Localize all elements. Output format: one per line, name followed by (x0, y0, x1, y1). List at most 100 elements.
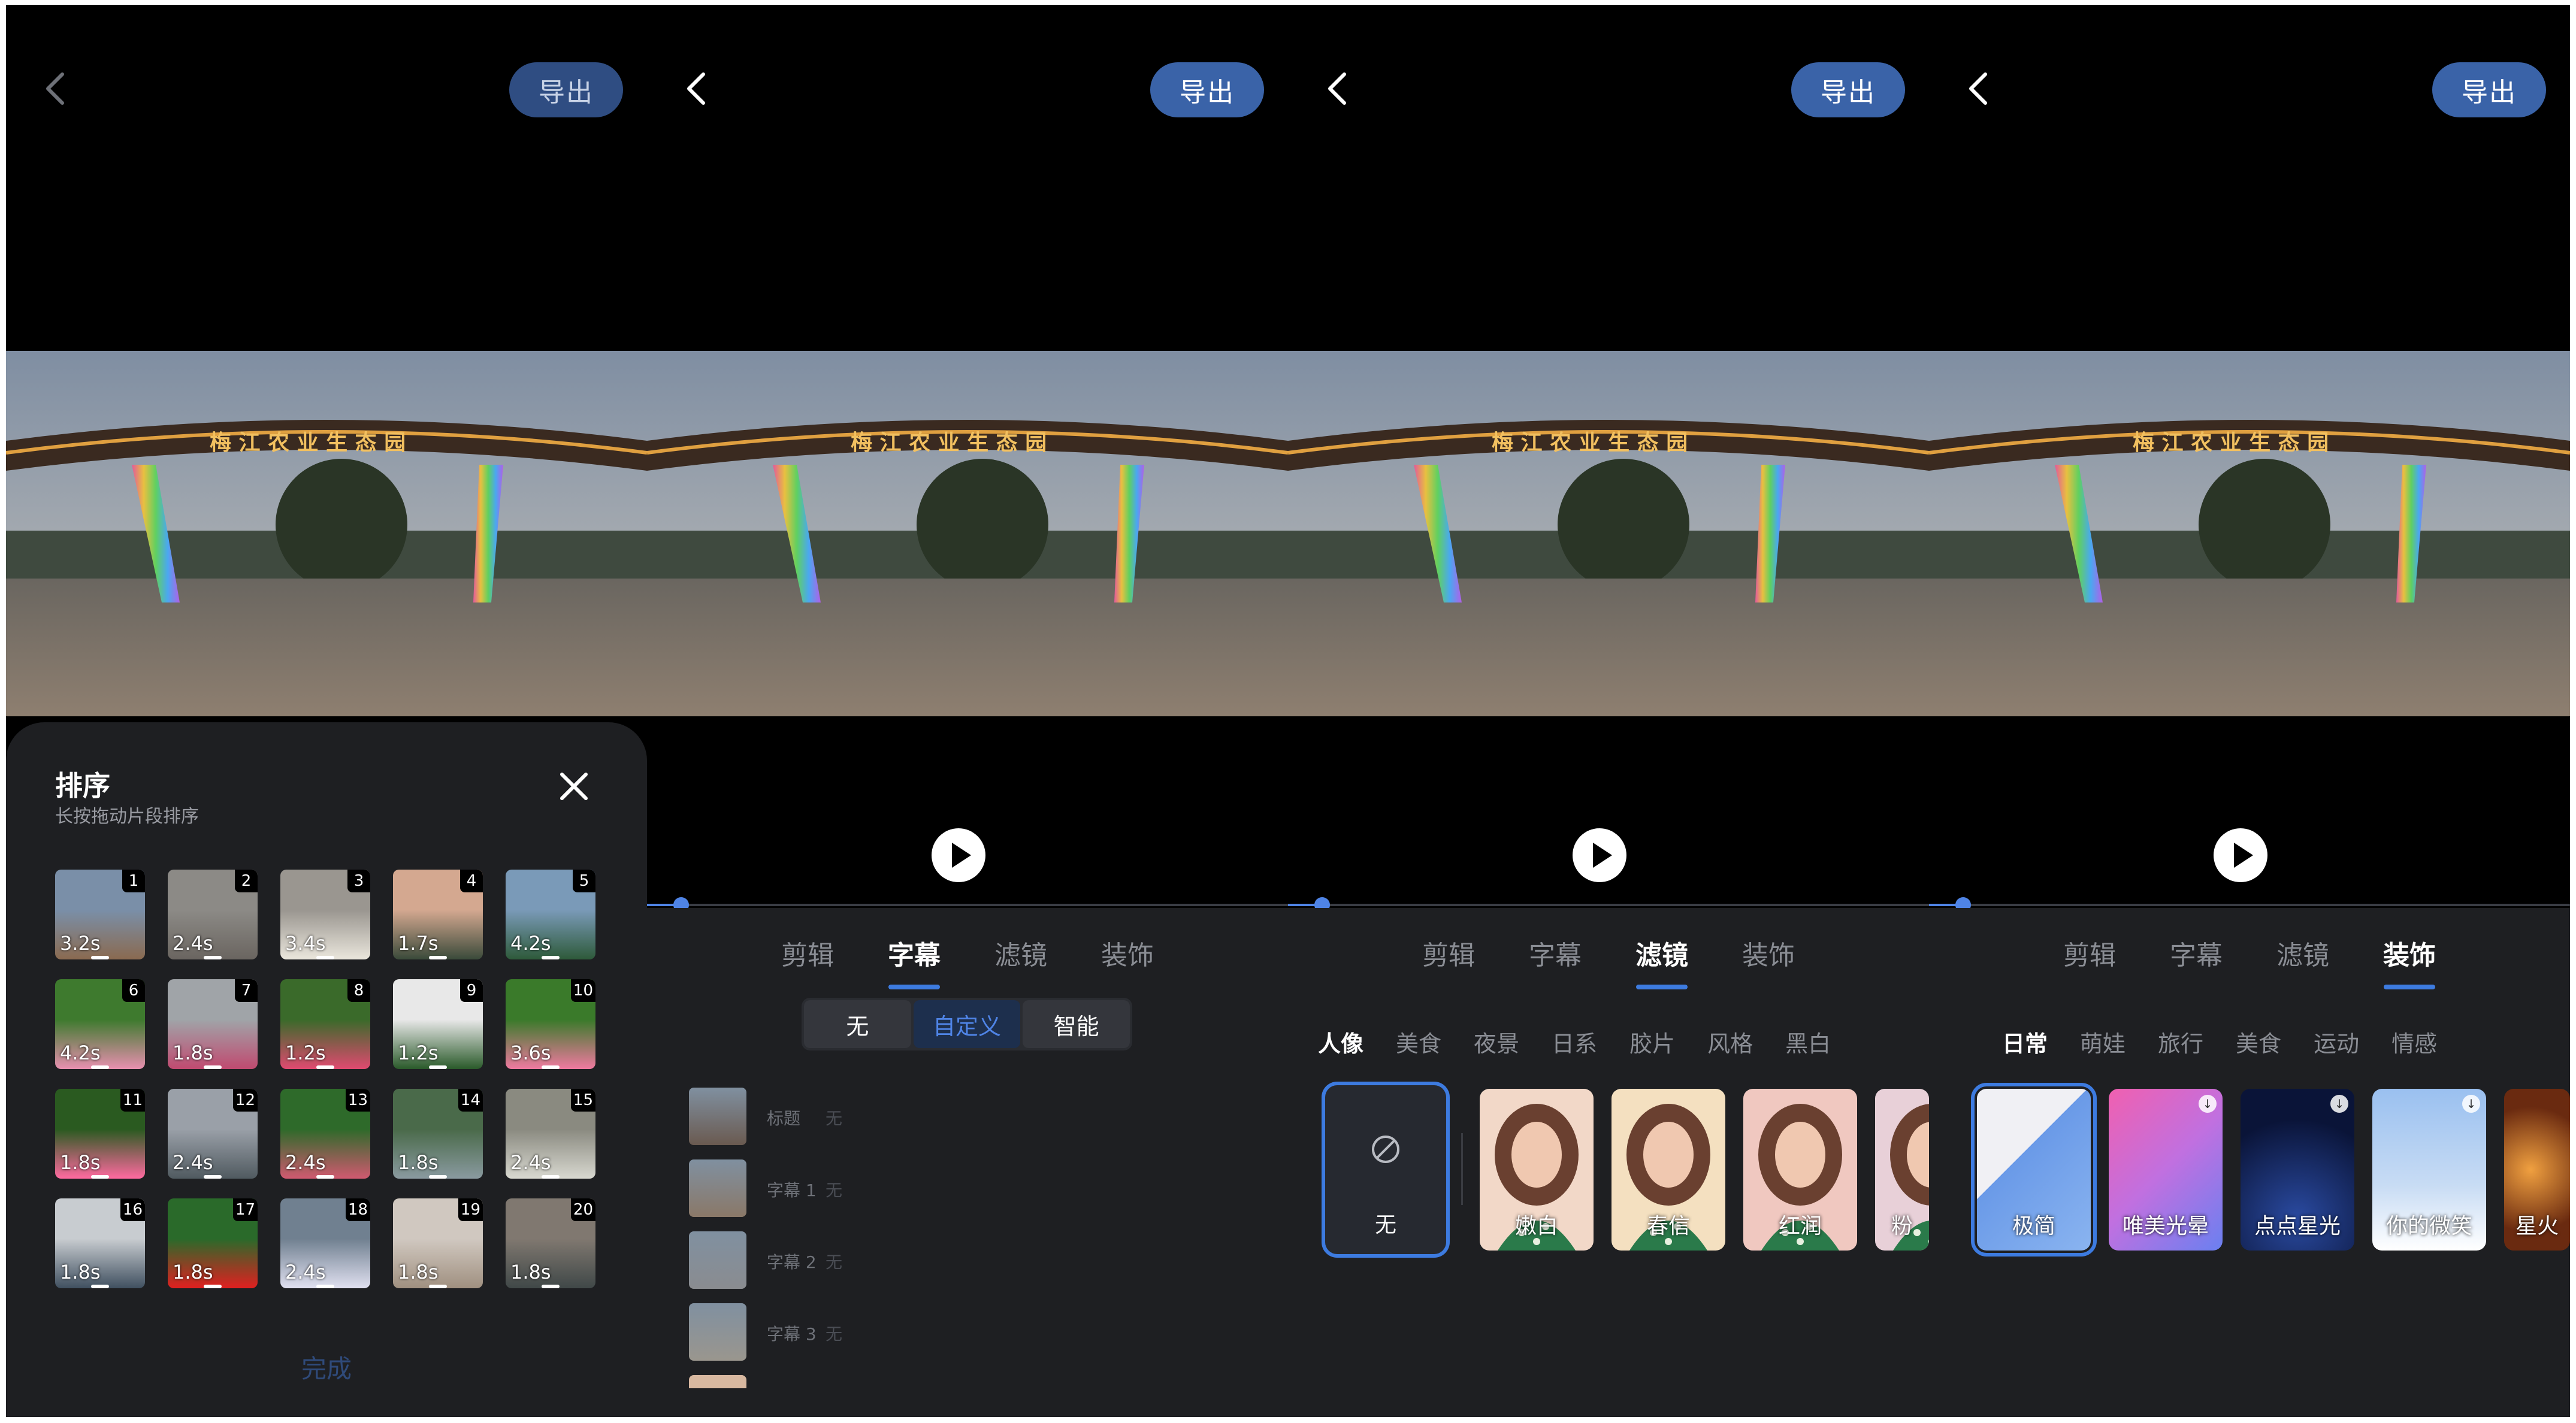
filter-category-4[interactable]: 胶片 (1629, 1025, 1675, 1067)
filter-option[interactable]: 嫩白 (1480, 1089, 1594, 1251)
clip-thumbnail[interactable]: 1 3.2s (55, 870, 145, 959)
decoration-option[interactable]: 你的微笑 ↓ (2372, 1089, 2486, 1251)
drag-handle[interactable] (316, 1175, 334, 1179)
close-button[interactable] (555, 767, 593, 806)
drag-handle[interactable] (542, 956, 560, 959)
tab-decoration[interactable]: 装饰 (2356, 932, 2463, 989)
filter-category-2[interactable]: 夜景 (1474, 1025, 1519, 1067)
play-button[interactable] (2214, 828, 2267, 882)
timeline-scrubber[interactable] (1288, 897, 1929, 913)
clip-thumbnail[interactable]: 14 1.8s (393, 1089, 483, 1179)
back-button[interactable] (43, 71, 67, 107)
filter-category-0[interactable]: 人像 (1318, 1025, 1363, 1067)
drag-handle[interactable] (542, 1175, 560, 1179)
drag-handle[interactable] (316, 956, 334, 959)
clip-thumbnail[interactable]: 2 2.4s (168, 870, 258, 959)
drag-handle[interactable] (204, 1065, 222, 1069)
decoration-category-3[interactable]: 美食 (2236, 1025, 2281, 1067)
clip-thumbnail[interactable]: 12 2.4s (168, 1089, 258, 1179)
drag-handle[interactable] (91, 956, 109, 959)
drag-handle[interactable] (91, 1175, 109, 1179)
drag-handle[interactable] (204, 1175, 222, 1179)
decoration-category-2[interactable]: 旅行 (2158, 1025, 2203, 1067)
filter-category-3[interactable]: 日系 (1552, 1025, 1597, 1067)
filter-none[interactable]: 无 (1325, 1085, 1446, 1254)
tab-decoration[interactable]: 装饰 (1074, 932, 1181, 986)
download-icon[interactable]: ↓ (2330, 1095, 2348, 1113)
drag-handle[interactable] (204, 956, 222, 959)
drag-handle[interactable] (542, 1065, 560, 1069)
download-icon[interactable]: ↓ (2199, 1095, 2217, 1113)
decoration-option[interactable]: 极简 (1971, 1083, 2097, 1257)
clip-thumbnail[interactable]: 16 1.8s (55, 1198, 145, 1288)
tab-edit[interactable]: 剪辑 (1395, 932, 1502, 986)
back-button[interactable] (1325, 71, 1349, 107)
tab-subtitle[interactable]: 字幕 (1502, 932, 1609, 986)
drag-handle[interactable] (429, 956, 447, 959)
drag-handle[interactable] (316, 1285, 334, 1288)
mode-custom[interactable]: 自定义 (913, 1000, 1021, 1048)
tab-filter[interactable]: 滤镜 (967, 932, 1074, 986)
export-button[interactable]: 导出 (509, 62, 623, 117)
decoration-category-0[interactable]: 日常 (2002, 1025, 2048, 1067)
tab-filter[interactable]: 滤镜 (1609, 932, 1715, 989)
clip-thumbnail[interactable]: 15 2.4s (506, 1089, 595, 1179)
export-button[interactable]: 导出 (1150, 62, 1264, 117)
decoration-category-1[interactable]: 萌娃 (2080, 1025, 2125, 1067)
filter-category-6[interactable]: 黑白 (1785, 1025, 1831, 1067)
export-button[interactable]: 导出 (1791, 62, 1905, 117)
play-button[interactable] (1573, 828, 1626, 882)
clip-thumbnail[interactable]: 7 1.8s (168, 979, 258, 1069)
decoration-option[interactable]: 唯美光晕 ↓ (2109, 1089, 2223, 1251)
tab-subtitle[interactable]: 字幕 (2143, 932, 2250, 986)
decoration-category-5[interactable]: 情感 (2391, 1025, 2437, 1067)
filter-option[interactable]: 粉 (1875, 1089, 1929, 1251)
decoration-option[interactable]: 星火 (2504, 1089, 2570, 1251)
clip-thumbnail[interactable]: 8 1.2s (280, 979, 370, 1069)
decoration-option[interactable]: 点点星光 ↓ (2241, 1089, 2354, 1251)
subtitle-row[interactable]: 标题 无 (689, 1088, 1168, 1148)
clip-thumbnail[interactable]: 6 4.2s (55, 979, 145, 1069)
clip-thumbnail[interactable]: 5 4.2s (506, 870, 595, 959)
clip-thumbnail[interactable]: 13 2.4s (280, 1089, 370, 1179)
clip-thumbnail[interactable]: 17 1.8s (168, 1198, 258, 1288)
play-button[interactable] (932, 828, 985, 882)
tab-subtitle[interactable]: 字幕 (861, 932, 967, 989)
clip-thumbnail[interactable]: 3 3.4s (280, 870, 370, 959)
mode-none[interactable]: 无 (804, 1000, 911, 1048)
drag-handle[interactable] (91, 1065, 109, 1069)
clip-thumbnail[interactable]: 9 1.2s (393, 979, 483, 1069)
drag-handle[interactable] (429, 1175, 447, 1179)
mode-smart[interactable]: 智能 (1023, 1000, 1130, 1048)
tab-edit[interactable]: 剪辑 (2036, 932, 2143, 986)
drag-handle[interactable] (204, 1285, 222, 1288)
filter-option[interactable]: 红润 (1743, 1089, 1857, 1251)
drag-handle[interactable] (542, 1285, 560, 1288)
decoration-category-4[interactable]: 运动 (2314, 1025, 2359, 1067)
filter-category-1[interactable]: 美食 (1396, 1025, 1441, 1067)
drag-handle[interactable] (429, 1285, 447, 1288)
drag-handle[interactable] (429, 1065, 447, 1069)
clip-thumbnail[interactable]: 18 2.4s (280, 1198, 370, 1288)
export-button[interactable]: 导出 (2432, 62, 2546, 117)
filter-category-5[interactable]: 风格 (1707, 1025, 1753, 1067)
subtitle-row[interactable] (689, 1375, 1168, 1388)
clip-thumbnail[interactable]: 11 1.8s (55, 1089, 145, 1179)
back-button[interactable] (684, 71, 708, 107)
timeline-scrubber[interactable] (1929, 897, 2570, 913)
clip-thumbnail[interactable]: 4 1.7s (393, 870, 483, 959)
clip-thumbnail[interactable]: 10 3.6s (506, 979, 595, 1069)
tab-decoration[interactable]: 装饰 (1715, 932, 1822, 986)
subtitle-row[interactable]: 字幕 3 无 (689, 1303, 1168, 1363)
filter-option[interactable]: 春信 (1611, 1089, 1725, 1251)
drag-handle[interactable] (316, 1065, 334, 1069)
clip-thumbnail[interactable]: 20 1.8s (506, 1198, 595, 1288)
download-icon[interactable]: ↓ (2462, 1095, 2480, 1113)
done-button[interactable]: 完成 (6, 1349, 647, 1385)
back-button[interactable] (1966, 71, 1990, 107)
subtitle-row[interactable]: 字幕 1 无 (689, 1159, 1168, 1219)
tab-edit[interactable]: 剪辑 (754, 932, 861, 986)
timeline-scrubber[interactable] (647, 897, 1288, 913)
tab-filter[interactable]: 滤镜 (2250, 932, 2356, 986)
subtitle-row[interactable]: 字幕 2 无 (689, 1231, 1168, 1291)
